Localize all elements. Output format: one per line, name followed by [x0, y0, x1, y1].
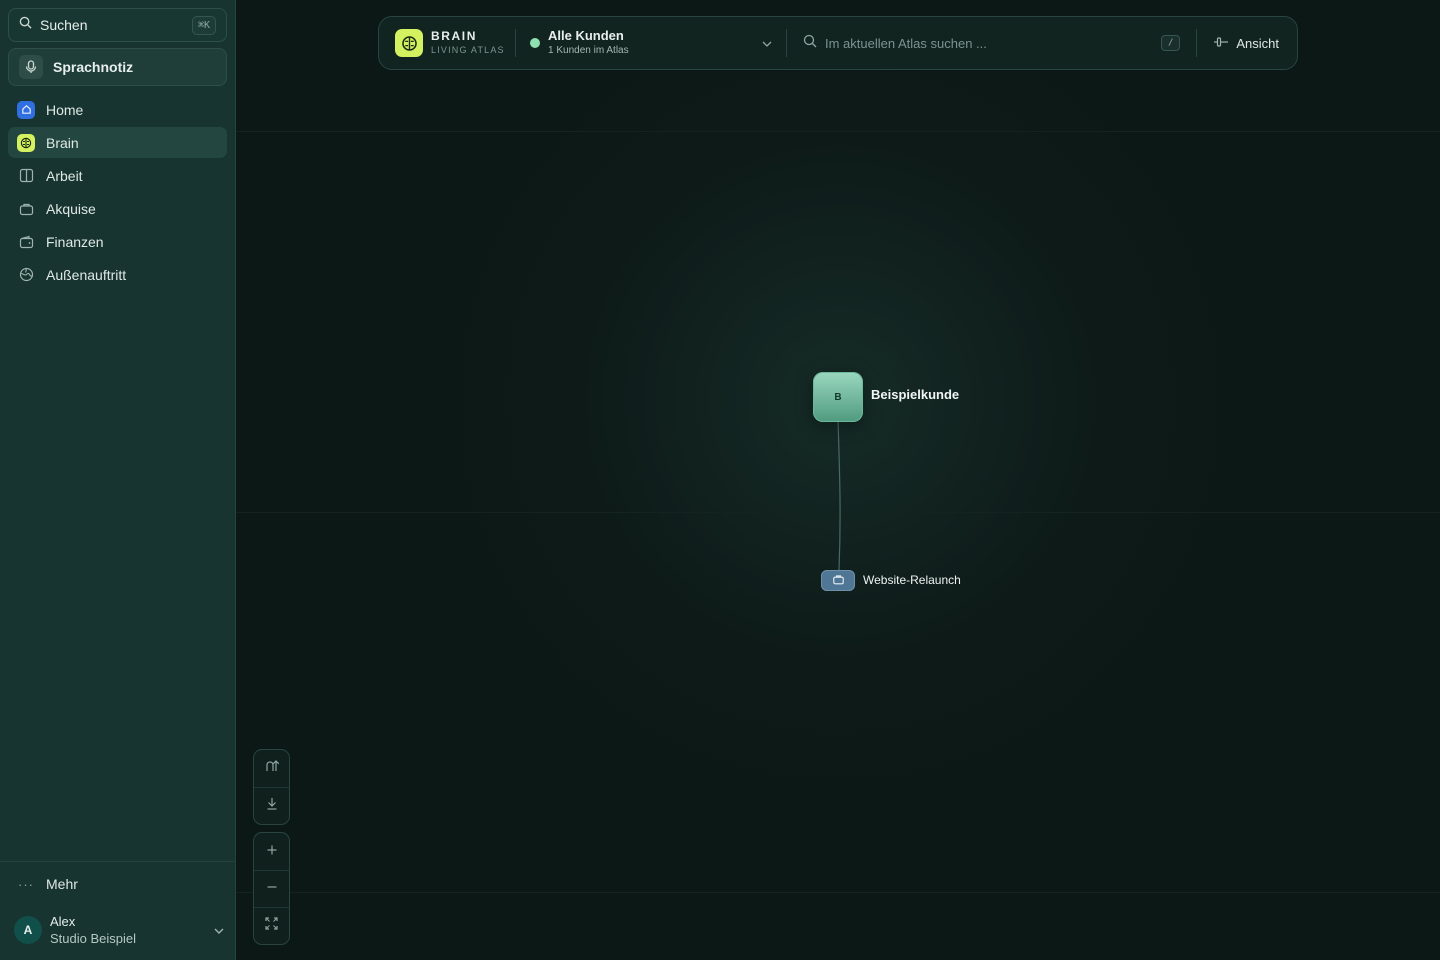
sidebar-item-label: Außenauftritt — [46, 266, 127, 283]
zoom-in-button[interactable] — [254, 833, 289, 870]
sidebar-footer: ··· Mehr A Alex Studio Beispiel — [0, 861, 236, 960]
home-icon — [17, 100, 35, 119]
client-node-initial: B — [834, 391, 842, 403]
download-button[interactable] — [254, 787, 289, 824]
relayout-button[interactable] — [254, 750, 289, 787]
avatar: A — [14, 916, 42, 944]
more-dots-icon: ··· — [18, 876, 34, 892]
sidebar-item-label: Arbeit — [46, 167, 83, 184]
client-node-label[interactable]: Beispielkunde — [871, 387, 959, 402]
branch-arrows-icon — [265, 759, 279, 778]
fit-view-button[interactable] — [254, 907, 289, 944]
sidebar-item-label: Finanzen — [46, 233, 104, 250]
sidebar-item-label: Akquise — [46, 200, 96, 217]
columns-icon — [17, 167, 35, 185]
sidebar-item-label: Home — [46, 101, 84, 118]
voice-note-label: Sprachnotiz — [53, 59, 134, 75]
globe-icon — [17, 266, 35, 284]
client-node[interactable]: B — [813, 372, 863, 422]
layout-controls — [253, 749, 290, 825]
briefcase-icon — [832, 572, 845, 590]
sidebar-search-button[interactable]: Suchen ⌘K — [8, 8, 227, 42]
microphone-icon — [19, 55, 43, 79]
sidebar-nav: Home Brain Arbeit Akquise Finanzen Außen… — [8, 94, 227, 292]
sidebar-item-label: Brain — [46, 134, 79, 151]
wallet-icon — [17, 233, 35, 251]
search-icon — [19, 16, 32, 34]
search-shortcut-badge: ⌘K — [191, 15, 216, 35]
download-icon — [266, 797, 278, 815]
atlas-canvas[interactable]: BRAIN LIVING ATLAS Alle Kunden 1 Kunden … — [236, 0, 1440, 960]
brain-icon — [17, 133, 35, 152]
minus-icon — [266, 880, 278, 898]
voice-note-button[interactable]: Sprachnotiz — [8, 48, 227, 86]
zoom-out-button[interactable] — [254, 870, 289, 907]
user-org: Studio Beispiel — [50, 931, 136, 946]
sidebar-item-akquise[interactable]: Akquise — [8, 193, 227, 224]
project-node[interactable] — [821, 570, 855, 591]
user-name: Alex — [50, 914, 76, 929]
sidebar-item-brain[interactable]: Brain — [8, 127, 227, 158]
briefcase-icon — [17, 200, 35, 218]
more-button[interactable]: ··· Mehr — [18, 876, 78, 892]
graph-edge — [837, 420, 841, 571]
plus-icon — [266, 843, 278, 861]
user-menu[interactable]: A Alex Studio Beispiel — [14, 912, 224, 948]
chevron-down-icon — [214, 921, 224, 939]
more-label: Mehr — [46, 876, 78, 892]
sidebar-search-label: Suchen — [40, 17, 88, 33]
expand-icon — [265, 917, 278, 935]
sidebar-item-arbeit[interactable]: Arbeit — [8, 160, 227, 191]
zoom-controls — [253, 832, 290, 945]
sidebar: Suchen ⌘K Sprachnotiz Home Brain Arbeit — [0, 0, 236, 960]
sidebar-item-aussenauftritt[interactable]: Außenauftritt — [8, 259, 227, 290]
sidebar-item-finanzen[interactable]: Finanzen — [8, 226, 227, 257]
project-node-label[interactable]: Website-Relaunch — [863, 573, 961, 587]
sidebar-item-home[interactable]: Home — [8, 94, 227, 125]
